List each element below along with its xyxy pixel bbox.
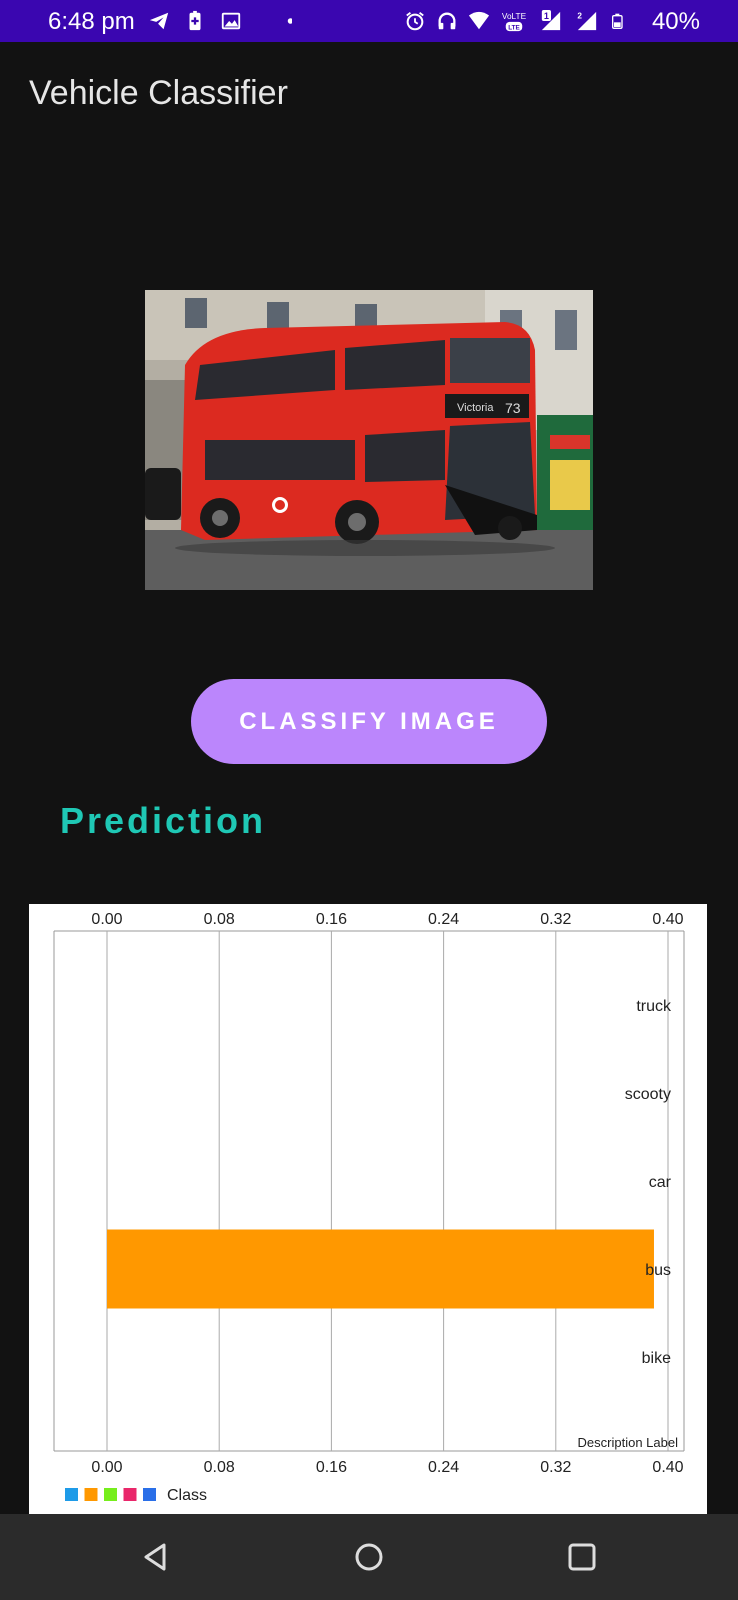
navigation-bar bbox=[0, 1514, 738, 1600]
app-title: Vehicle Classifier bbox=[29, 74, 288, 112]
legend-swatch bbox=[104, 1488, 117, 1501]
chart-bar-bus bbox=[107, 1229, 654, 1309]
notification-dot-icon bbox=[287, 18, 292, 24]
chart-bottom-tick-label: 0.00 bbox=[91, 1459, 122, 1476]
battery-icon bbox=[612, 13, 623, 29]
chart-top-tick-label: 0.32 bbox=[540, 911, 571, 928]
prediction-chart-svg: 0.00 0.00 0.08 0.08 0.16 0.16 0.24 0.24 0.32 0.32… bbox=[53, 911, 685, 1504]
chart-bottom-tick-label: 0.08 bbox=[204, 1459, 235, 1476]
chart-category-label: truck bbox=[636, 998, 672, 1015]
battery-percent: 40% bbox=[651, 8, 700, 35]
chart-category-label: bus bbox=[645, 1262, 671, 1279]
prediction-heading: Prediction bbox=[60, 800, 267, 841]
status-left-icons bbox=[148, 9, 292, 33]
sim2-label: 2 bbox=[577, 11, 582, 20]
lte-label: LTE bbox=[508, 24, 520, 31]
chart-top-tick-label: 0.40 bbox=[652, 911, 683, 928]
legend-swatch bbox=[123, 1488, 137, 1501]
chart-description-label: Description Label bbox=[578, 1435, 679, 1450]
status-bar: 6:48 pm VoLTE LTE 1 2 40% bbox=[0, 0, 738, 42]
chart-bottom-tick-label: 0.16 bbox=[316, 1459, 347, 1476]
recents-icon[interactable] bbox=[565, 1540, 599, 1574]
battery-saver-icon bbox=[189, 10, 201, 31]
telegram-icon bbox=[149, 12, 169, 30]
chart-category-label: scooty bbox=[625, 1086, 671, 1103]
home-icon[interactable] bbox=[352, 1540, 386, 1574]
vehicle-photo: Victoria 73 bbox=[145, 290, 593, 590]
sim1-label: 1 bbox=[544, 11, 549, 21]
chart-bottom-tick-label: 0.32 bbox=[540, 1459, 571, 1476]
chart-top-tick-label: 0.24 bbox=[428, 911, 459, 928]
status-right-icons: VoLTE LTE 1 2 bbox=[404, 9, 626, 33]
signal-sim2-icon: 2 bbox=[577, 11, 597, 31]
legend-swatch bbox=[84, 1488, 98, 1501]
signal-sim1-icon: 1 bbox=[541, 10, 561, 31]
chart-category-label: bike bbox=[642, 1350, 671, 1367]
chart-bottom-tick-label: 0.40 bbox=[652, 1459, 683, 1476]
bus-destination-sign: Victoria bbox=[457, 402, 494, 414]
chart-top-tick-label: 0.16 bbox=[316, 911, 347, 928]
status-time: 6:48 pm bbox=[48, 8, 135, 35]
headphones-icon bbox=[438, 12, 456, 30]
chart-bottom-tick-label: 0.24 bbox=[428, 1459, 459, 1476]
chart-category-label: car bbox=[649, 1174, 672, 1191]
back-icon[interactable] bbox=[139, 1540, 173, 1574]
volte-icon: VoLTE LTE bbox=[502, 12, 527, 31]
chart-top-tick-label: 0.08 bbox=[204, 911, 235, 928]
prediction-chart: 0.00 0.00 0.08 0.08 0.16 0.16 0.24 0.24 0.32 0.32… bbox=[29, 904, 707, 1514]
classify-image-button[interactable]: CLASSIFY IMAGE bbox=[191, 679, 547, 764]
legend-label: Class bbox=[167, 1487, 207, 1504]
wifi-icon bbox=[468, 11, 490, 30]
gallery-icon bbox=[221, 12, 241, 30]
alarm-icon bbox=[406, 12, 424, 31]
legend-swatch bbox=[143, 1488, 156, 1501]
legend-swatch bbox=[65, 1488, 78, 1501]
chart-top-tick-label: 0.00 bbox=[91, 911, 122, 928]
bus-route-number: 73 bbox=[505, 400, 521, 416]
volte-label: VoLTE bbox=[502, 12, 527, 21]
